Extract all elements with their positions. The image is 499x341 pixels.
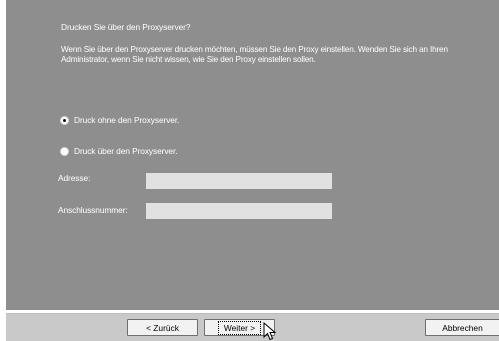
port-number-field[interactable] (146, 203, 332, 219)
radio-option-use-proxy[interactable]: Druck über den Proxyserver. (60, 145, 178, 157)
back-button[interactable]: < Zurück (127, 319, 198, 336)
address-label: Adresse: (58, 173, 91, 183)
cancel-button[interactable]: Abbrechen (425, 319, 499, 336)
radio-option-use-proxy-label: Druck über den Proxyserver. (74, 146, 178, 156)
dialog-heading: Drucken Sie über den Proxyserver? (61, 22, 191, 32)
button-bar: < Zurück Weiter > Abbrechen (6, 313, 499, 341)
address-field[interactable] (146, 173, 332, 189)
radio-button-selected-icon[interactable] (60, 115, 69, 125)
radio-option-no-proxy[interactable]: Druck ohne den Proxyserver. (60, 114, 179, 126)
cancel-button-label: Abbrechen (442, 322, 483, 333)
port-number-label: Anschlussnummer: (58, 205, 128, 215)
radio-button-unselected-icon[interactable] (60, 146, 69, 156)
next-button-label: Weiter > (217, 320, 262, 335)
radio-option-no-proxy-label: Druck ohne den Proxyserver. (74, 115, 180, 125)
back-button-label: < Zurück (146, 322, 179, 333)
pointer-cursor-icon (263, 322, 277, 341)
dialog-description: Wenn Sie über den Proxyserver drucken mö… (61, 45, 448, 64)
